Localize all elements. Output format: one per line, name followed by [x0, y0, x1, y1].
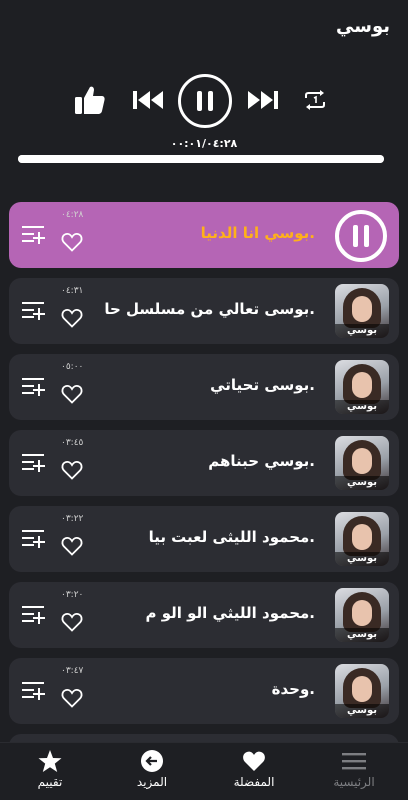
nav-rate-label: تقييم: [37, 775, 63, 789]
song-item[interactable]: بوسي .بوسى تحياتي ٠٥:٠٠: [9, 354, 399, 420]
favorite-button[interactable]: [61, 384, 83, 404]
song-thumbnail: بوسي: [335, 588, 389, 642]
song-item[interactable]: بوسي .وحدة ٠٣:٤٧: [9, 658, 399, 724]
thumbs-up-icon: [75, 86, 105, 114]
thumbnail-caption: بوسي: [335, 476, 389, 490]
nav-favorites-label: المفضلة: [233, 775, 275, 789]
time-readout: ٠٠:٠١/٠٤:٢٨: [170, 137, 238, 150]
add-to-queue-icon: [22, 378, 45, 396]
previous-icon: [133, 91, 163, 109]
song-thumbnail: بوسي: [335, 512, 389, 566]
song-thumbnail: بوسي: [335, 664, 389, 718]
song-thumbnail: بوسي: [335, 284, 389, 338]
progress-fill: [18, 155, 384, 163]
heart-outline-icon: [61, 461, 83, 480]
heart-outline-icon: [61, 537, 83, 556]
arrow-left-circle-icon: [141, 750, 163, 772]
pause-button[interactable]: [178, 74, 232, 128]
favorite-button[interactable]: [61, 460, 83, 480]
menu-icon: [342, 753, 366, 770]
next-icon: [248, 91, 278, 109]
favorite-button[interactable]: [61, 688, 83, 708]
song-title: .بوسى تحياتي: [210, 376, 315, 394]
heart-outline-icon: [61, 385, 83, 404]
thumbnail-caption: بوسي: [335, 704, 389, 718]
next-button[interactable]: [245, 86, 281, 114]
nav-rate[interactable]: تقييم: [10, 747, 90, 797]
song-pause-button[interactable]: [335, 210, 387, 262]
nav-more-label: المزيد: [136, 775, 168, 789]
add-to-queue-button[interactable]: [21, 300, 47, 322]
favorite-button[interactable]: [61, 612, 83, 632]
song-title: .بوسي حبناهم: [208, 452, 315, 470]
page-title: بوسي: [336, 16, 390, 37]
song-duration: ٠٤:٣١: [61, 286, 84, 296]
previous-button[interactable]: [130, 86, 166, 114]
thumbnail-caption: بوسي: [335, 628, 389, 642]
add-to-queue-button[interactable]: [21, 680, 47, 702]
bottom-nav: الرئيسية المفضلة المزيد تقييم: [0, 742, 408, 800]
song-duration: ٠٤:٢٨: [61, 210, 84, 220]
song-duration: ٠٣:٢٠: [61, 590, 84, 600]
song-duration: ٠٣:٢٢: [61, 514, 84, 524]
add-to-queue-button[interactable]: [21, 224, 47, 246]
heart-outline-icon: [61, 613, 83, 632]
add-to-queue-icon: [22, 226, 45, 244]
progress-bar[interactable]: [18, 155, 384, 163]
add-to-queue-icon: [22, 302, 45, 320]
song-list: .بوسي انا الدنيا ٠٤:٢٨ بوسي .بوسى تعالي من …: [9, 202, 399, 758]
heart-outline-icon: [61, 309, 83, 328]
add-to-queue-button[interactable]: [21, 528, 47, 550]
repeat-button[interactable]: [300, 86, 330, 114]
add-to-queue-icon: [22, 682, 45, 700]
song-thumbnail: بوسي: [335, 360, 389, 414]
song-title: .وحدة: [271, 680, 315, 698]
song-duration: ٠٥:٠٠: [61, 362, 84, 372]
song-item[interactable]: .بوسي انا الدنيا ٠٤:٢٨: [9, 202, 399, 268]
pause-icon: [353, 225, 369, 247]
song-item[interactable]: بوسي .محمود الليثى لعبت بيا ٠٣:٢٢: [9, 506, 399, 572]
song-item[interactable]: بوسي .بوسي حبناهم ٠٣:٤٥: [9, 430, 399, 496]
song-thumbnail: بوسي: [335, 436, 389, 490]
song-item[interactable]: بوسي .بوسى تعالي من مسلسل حا ٠٤:٣١: [9, 278, 399, 344]
add-to-queue-icon: [22, 530, 45, 548]
add-to-queue-button[interactable]: [21, 452, 47, 474]
add-to-queue-button[interactable]: [21, 376, 47, 398]
repeat-one-icon: [305, 90, 325, 110]
favorite-button[interactable]: [61, 308, 83, 328]
song-title: .محمود الليثي الو الو م: [145, 604, 315, 622]
song-duration: ٠٣:٤٧: [61, 666, 84, 676]
heart-outline-icon: [61, 689, 83, 708]
nav-home-label: الرئيسية: [333, 775, 375, 789]
pause-icon: [197, 91, 213, 111]
star-icon: [38, 750, 62, 772]
nav-more[interactable]: المزيد: [112, 747, 192, 797]
song-title: .محمود الليثى لعبت بيا: [148, 528, 315, 546]
song-duration: ٠٣:٤٥: [61, 438, 84, 448]
heart-outline-icon: [61, 233, 83, 252]
song-item[interactable]: بوسي .محمود الليثي الو الو م ٠٣:٢٠: [9, 582, 399, 648]
song-title: .بوسى تعالي من مسلسل حا: [105, 300, 315, 318]
add-to-queue-icon: [22, 454, 45, 472]
song-title: .بوسي انا الدنيا: [200, 224, 315, 242]
thumbnail-caption: بوسي: [335, 324, 389, 338]
like-button[interactable]: [72, 84, 108, 116]
add-to-queue-icon: [22, 606, 45, 624]
player-controls: [0, 72, 408, 128]
thumbnail-caption: بوسي: [335, 552, 389, 566]
add-to-queue-button[interactable]: [21, 604, 47, 626]
favorite-button[interactable]: [61, 232, 83, 252]
heart-filled-icon: [243, 751, 265, 771]
nav-favorites[interactable]: المفضلة: [214, 747, 294, 797]
favorite-button[interactable]: [61, 536, 83, 556]
thumbnail-caption: بوسي: [335, 400, 389, 414]
nav-home[interactable]: الرئيسية: [314, 747, 394, 797]
